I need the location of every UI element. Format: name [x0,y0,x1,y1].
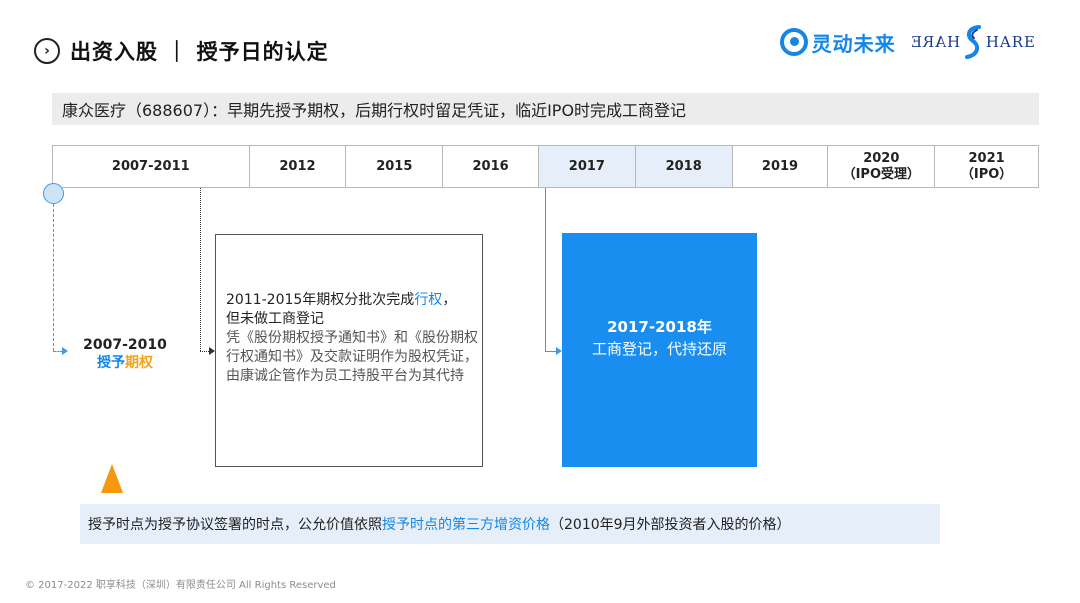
share-logo-text: HARE [985,33,1036,51]
exercise-info-box: 2011-2015年期权分批次完成行权， 但未做工商登记 凭《股份期权授予通知书… [215,234,483,467]
grant-period-years: 2007-2010 [83,337,167,353]
timeline-cell: 2015 [346,146,444,187]
grant-period-label: 2007-2010 授予期权 [72,336,178,372]
copyright-footer: © 2017-2022 职享科技（深圳）有限责任公司 All Rights Re… [25,580,336,591]
brand-name-cn: 灵动未来 [811,31,896,56]
connector-line-mid [200,188,201,351]
connector-line-left [53,204,54,351]
case-subtitle: 康众医疗（688607）：早期先授予期权，后期行权时留足凭证，临近IPO时完成工… [52,93,1039,125]
exercise-line-3: 凭《股份期权授予通知书》和《股份期权行权通知书》及交款证明作为股权凭证，由康诚企… [226,329,478,384]
triangle-up-icon [101,464,123,493]
grant-period-desc: 授予期权 [72,354,178,372]
exercise-highlight: 行权 [414,292,443,308]
share-logo-mirror-text: HARE [909,33,960,51]
page-title: 出资入股 ｜ 授予日的认定 [70,40,329,64]
note-prefix: 授予时点为授予协议签署的时点，公允价值依照 [88,517,382,533]
page-header: › 出资入股 ｜ 授予日的认定 [34,36,329,66]
grant-date-note: 授予时点为授予协议签署的时点，公允价值依照 授予时点的第三方增资价格 （2010年9… [80,504,940,544]
grant-word: 授予 [97,355,125,372]
share-s-swoosh-icon [964,25,981,59]
registration-desc: 工商登记，代持还原 [591,340,727,358]
exercise-line-1-text: 2011-2015年期权分批次完成 [226,292,415,308]
registration-box: 2017-2018年 工商登记，代持还原 [562,233,757,467]
connector-line-right [545,188,546,351]
brand-logo: 灵动未来 HARE HARE [779,22,1036,62]
timeline-cell: 2020 （IPO受理） [828,146,936,187]
timeline-cell: 2007-2011 [53,146,250,187]
note-highlight: 授予时点的第三方增资价格 [382,517,550,533]
timeline-start-dot [43,183,64,204]
timeline-bar: 2007-2011 2012 2015 2016 2017 2018 2019 … [52,145,1039,188]
note-suffix: （2010年9月外部投资者入股的价格） [550,517,791,533]
share-logo: HARE HARE [910,24,1036,60]
brand-ring-icon [779,28,808,56]
timeline-cell: 2017 [539,146,636,187]
exercise-line-1: 2011-2015年期权分批次完成行权， [226,291,478,310]
exercise-line-1-punct: ， [442,292,457,308]
timeline-cell: 2021 （IPO） [935,146,1038,187]
exercise-line-2: 但未做工商登记 [226,310,324,327]
timeline-cell: 2018 [635,146,733,187]
arrow-right-icon [62,347,68,355]
chevron-right-circle-icon: › [34,38,60,64]
registration-years: 2017-2018年 [607,317,712,336]
timeline-cell: 2012 [249,146,347,187]
timeline-cell: 2019 [732,146,829,187]
connector-line-right-h [545,351,556,352]
connector-line-mid-h [200,351,209,352]
option-word: 期权 [125,355,153,372]
timeline-cell: 2016 [443,146,539,187]
